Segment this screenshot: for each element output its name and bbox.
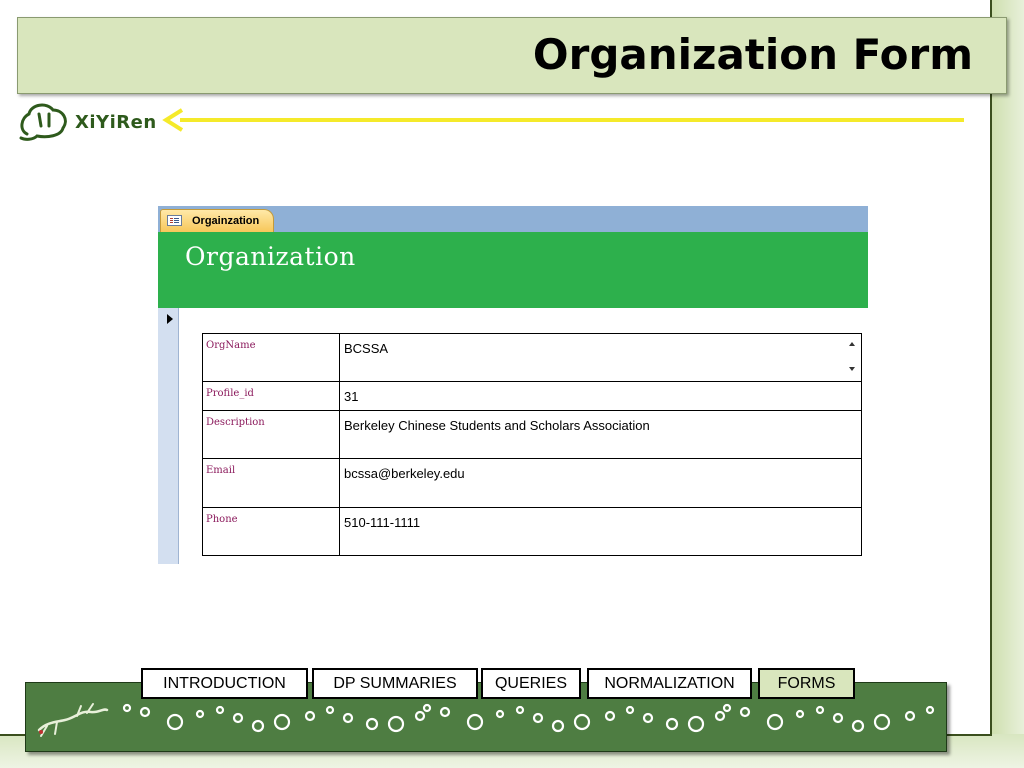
decorative-circle bbox=[625, 705, 635, 715]
decorative-circle bbox=[739, 706, 751, 718]
decorative-circles bbox=[122, 703, 935, 733]
field-label: Email bbox=[202, 458, 340, 508]
email-field[interactable]: bcssa@berkeley.edu bbox=[339, 458, 862, 508]
decorative-circle bbox=[122, 703, 132, 713]
decorative-circle bbox=[687, 715, 705, 733]
field-scrollbar[interactable] bbox=[847, 339, 857, 375]
field-row-profile-id: Profile_id 31 bbox=[202, 381, 862, 411]
field-label: Phone bbox=[202, 507, 340, 556]
field-row-phone: Phone 510-111-1111 bbox=[202, 507, 862, 556]
decorative-circle bbox=[139, 706, 151, 718]
form-header: Organization bbox=[158, 232, 868, 308]
form-header-title: Organization bbox=[185, 242, 356, 271]
field-row-description: Description Berkeley Chinese Students an… bbox=[202, 410, 862, 459]
decorative-circle bbox=[642, 712, 654, 724]
scroll-up-icon[interactable] bbox=[849, 342, 855, 346]
decorative-circle bbox=[495, 709, 505, 719]
nav-forms[interactable]: FORMS bbox=[758, 668, 855, 699]
field-label: Description bbox=[202, 410, 340, 459]
field-label: Profile_id bbox=[202, 381, 340, 411]
nav-queries[interactable]: QUERIES bbox=[481, 668, 581, 699]
decorative-circle bbox=[551, 719, 565, 733]
decorative-circle bbox=[232, 712, 244, 724]
decorative-circle bbox=[422, 703, 432, 713]
decorative-circle bbox=[851, 719, 865, 733]
logo: XiYiRen bbox=[17, 100, 157, 144]
decorative-circle bbox=[273, 713, 291, 731]
slide-title: Organization Form bbox=[532, 30, 973, 79]
decorative-circle bbox=[815, 705, 825, 715]
logo-text: XiYiRen bbox=[75, 112, 157, 133]
decorative-circle bbox=[766, 713, 784, 731]
field-label: OrgName bbox=[202, 333, 340, 382]
decorative-circle bbox=[573, 713, 591, 731]
decorative-circle bbox=[251, 719, 265, 733]
decorative-circle bbox=[304, 710, 316, 722]
left-arrow-icon bbox=[162, 108, 964, 132]
decorative-circle bbox=[166, 713, 184, 731]
tab-label: Orgainzation bbox=[192, 215, 260, 227]
decorative-circle bbox=[515, 705, 525, 715]
field-row-orgname: OrgName BCSSA bbox=[202, 333, 862, 382]
right-decor-strip bbox=[990, 0, 1024, 768]
nav-introduction[interactable]: INTRODUCTION bbox=[141, 668, 308, 699]
document-tabstrip: Orgainzation bbox=[158, 206, 868, 232]
decorative-circle bbox=[532, 712, 544, 724]
decorative-circle bbox=[832, 712, 844, 724]
phone-field[interactable]: 510-111-1111 bbox=[339, 507, 862, 556]
decorative-circle bbox=[795, 709, 805, 719]
decorative-circle bbox=[215, 705, 225, 715]
decorative-circle bbox=[904, 710, 916, 722]
decorative-circle bbox=[714, 710, 726, 722]
current-record-arrow-icon bbox=[167, 314, 173, 324]
tab-organization[interactable]: Orgainzation bbox=[160, 209, 274, 232]
decorative-circle bbox=[342, 712, 354, 724]
form-icon bbox=[167, 215, 182, 226]
decorative-circle bbox=[414, 710, 426, 722]
decorative-circle bbox=[195, 709, 205, 719]
decorative-circle bbox=[365, 717, 379, 731]
field-value: BCSSA bbox=[344, 341, 389, 356]
gecko-icon bbox=[37, 703, 109, 737]
decorative-circle bbox=[604, 710, 616, 722]
nav-normalization[interactable]: NORMALIZATION bbox=[587, 668, 752, 699]
decorative-circle bbox=[466, 713, 484, 731]
nav-dp-summaries[interactable]: DP SUMMARIES bbox=[312, 668, 478, 699]
record-selector[interactable] bbox=[158, 308, 179, 564]
profile-id-field[interactable]: 31 bbox=[339, 381, 862, 411]
decorative-circle bbox=[873, 713, 891, 731]
decorative-circle bbox=[387, 715, 405, 733]
slide-title-bar: Organization Form bbox=[17, 17, 1007, 94]
decorative-circle bbox=[925, 705, 935, 715]
orgname-field[interactable]: BCSSA bbox=[339, 333, 862, 382]
decorative-circle bbox=[665, 717, 679, 731]
field-row-email: Email bcssa@berkeley.edu bbox=[202, 458, 862, 508]
decorative-circle bbox=[722, 703, 732, 713]
fields-table: OrgName BCSSA Profile_id 31 Description … bbox=[202, 333, 862, 556]
description-field[interactable]: Berkeley Chinese Students and Scholars A… bbox=[339, 410, 862, 459]
decorative-circle bbox=[325, 705, 335, 715]
access-form-window: Orgainzation Organization OrgName BCSSA … bbox=[158, 206, 868, 564]
scroll-down-icon[interactable] bbox=[849, 367, 855, 371]
decorative-circle bbox=[439, 706, 451, 718]
mascot-logo-icon bbox=[19, 103, 67, 141]
